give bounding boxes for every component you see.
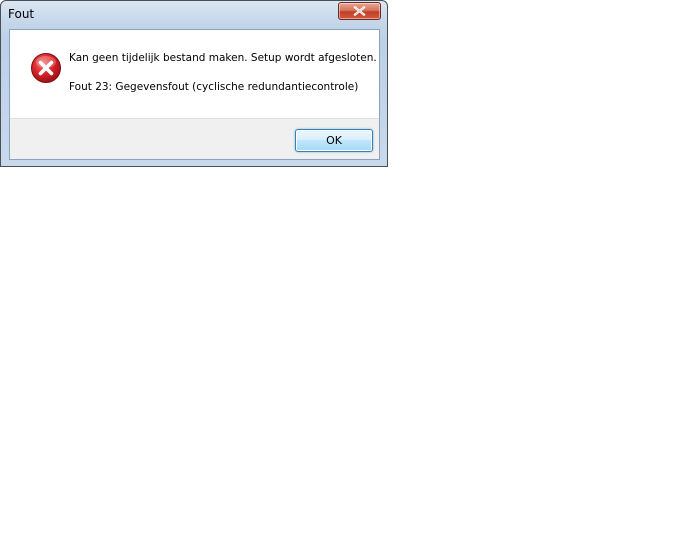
title-bar[interactable]: Fout xyxy=(1,1,387,29)
error-icon xyxy=(31,53,61,83)
button-bar: OK xyxy=(10,118,379,159)
error-dialog: Fout Kan geen tijdelijk bestand maken. S… xyxy=(0,0,388,167)
close-button[interactable] xyxy=(338,2,381,20)
ok-button[interactable]: OK xyxy=(295,129,373,152)
close-icon xyxy=(353,5,366,17)
message-area: Kan geen tijdelijk bestand maken. Setup … xyxy=(10,30,379,118)
error-message: Kan geen tijdelijk bestand maken. Setup … xyxy=(69,52,377,64)
window-title: Fout xyxy=(8,7,35,21)
error-detail: Fout 23: Gegevensfout (cyclische redunda… xyxy=(69,81,359,93)
dialog-body: Kan geen tijdelijk bestand maken. Setup … xyxy=(9,29,380,160)
